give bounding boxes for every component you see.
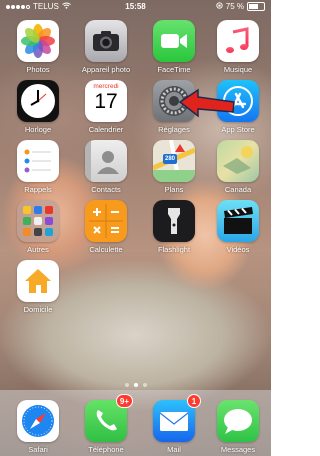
app-label: Vidéos	[226, 245, 250, 254]
app-reminders[interactable]: Rappels	[10, 140, 66, 194]
app-label: Appareil photo	[81, 65, 131, 74]
app-label: Messages	[220, 445, 256, 454]
app-flashlight[interactable]: Flashlight	[146, 200, 202, 254]
dock-phone[interactable]: 9+ Téléphone	[78, 394, 134, 454]
map-icon: 280	[153, 140, 195, 182]
reminders-icon	[17, 140, 59, 182]
red-arrow-icon	[178, 88, 235, 118]
app-label: Calendrier	[88, 125, 124, 134]
app-calculator[interactable]: Calculette	[78, 200, 134, 254]
calculator-icon	[85, 200, 127, 242]
dock-safari[interactable]: Safari	[10, 400, 66, 454]
app-label: Canada	[224, 185, 252, 194]
battery-icon	[247, 2, 265, 11]
calendar-icon: mercredi 17	[85, 80, 127, 122]
app-music[interactable]: Musique	[210, 20, 266, 74]
app-label: Réglages	[158, 125, 190, 134]
lock-rotation-icon	[216, 2, 223, 11]
music-note-icon	[217, 20, 259, 62]
house-icon	[17, 260, 59, 302]
dock-mail[interactable]: 1 Mail	[146, 394, 202, 454]
chat-bubble-icon	[217, 400, 259, 442]
app-label: App Store	[221, 125, 255, 134]
page-indicator[interactable]	[0, 383, 271, 387]
clock-icon	[17, 80, 59, 122]
calendar-date: 17	[94, 90, 118, 113]
app-label: Safari	[28, 445, 48, 454]
app-facetime[interactable]: FaceTime	[146, 20, 202, 74]
photos-icon	[17, 20, 59, 62]
contacts-icon	[85, 140, 127, 182]
app-videos[interactable]: Vidéos	[210, 200, 266, 254]
status-bar: TELUS 15:58 75 %	[0, 0, 271, 14]
page-dot	[142, 383, 147, 387]
weather-icon	[217, 140, 259, 182]
app-camera[interactable]: Appareil photo	[78, 20, 134, 74]
app-label: Plans	[164, 185, 184, 194]
app-label: Calculette	[89, 245, 123, 254]
video-camera-icon	[153, 20, 195, 62]
app-clock[interactable]: Horloge	[10, 80, 66, 134]
page-dot	[124, 383, 129, 387]
flashlight-icon	[153, 200, 195, 242]
app-label: Musique	[223, 65, 253, 74]
app-label: Photos	[26, 65, 50, 74]
app-label: Mail	[167, 445, 181, 454]
app-home[interactable]: Domicile	[10, 260, 66, 314]
notification-badge: 1	[187, 394, 201, 408]
page-dot	[133, 383, 138, 387]
app-label: Autres	[27, 245, 49, 254]
app-maps[interactable]: 280 Plans	[146, 140, 202, 194]
compass-icon	[17, 400, 59, 442]
app-canada[interactable]: Canada	[210, 140, 266, 194]
camera-icon	[85, 20, 127, 62]
app-label: Rappels	[24, 185, 52, 194]
calendar-day: mercredi	[93, 83, 119, 90]
app-label: Flashlight	[157, 245, 191, 254]
app-calendar[interactable]: mercredi 17 Calendrier	[78, 80, 134, 134]
map-shield: 280	[164, 156, 175, 162]
clapperboard-icon	[217, 200, 259, 242]
home-screen: TELUS 15:58 75 % Photos Appareil photo F…	[0, 0, 271, 456]
app-label: Téléphone	[88, 445, 124, 454]
notification-badge: 9+	[115, 394, 133, 408]
app-photos[interactable]: Photos	[10, 20, 66, 74]
battery-percent: 75 %	[225, 2, 244, 11]
app-label: Contacts	[91, 185, 121, 194]
app-label: Horloge	[24, 125, 52, 134]
app-label: FaceTime	[157, 65, 191, 74]
folder-icon	[17, 200, 59, 242]
app-contacts[interactable]: Contacts	[78, 140, 134, 194]
app-label: Domicile	[23, 305, 53, 314]
dock-messages[interactable]: Messages	[210, 400, 266, 454]
app-folder-others[interactable]: Autres	[10, 200, 66, 254]
